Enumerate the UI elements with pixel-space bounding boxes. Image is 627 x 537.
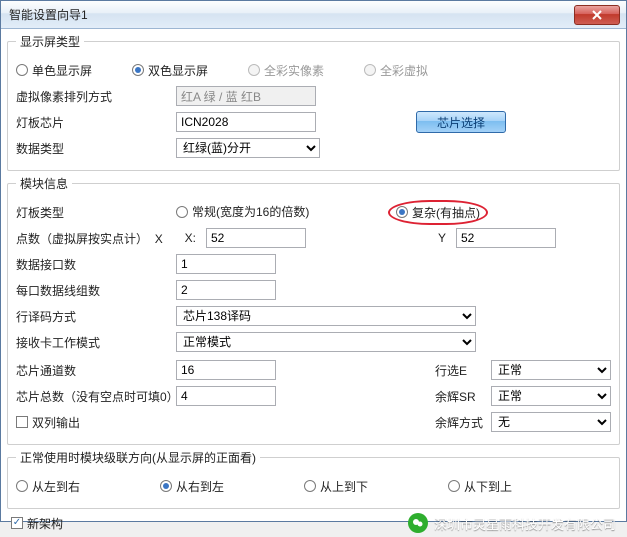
lines-input[interactable] [176,280,276,300]
decode-label: 行译码方式 [16,308,176,325]
y-label: Y [426,231,446,245]
radio-bt[interactable]: 从下到上 [448,478,512,495]
virtual-arrange-select [176,86,316,106]
radio-lr[interactable]: 从左到右 [16,478,80,495]
decode-select[interactable]: 芯片138译码 [176,306,476,326]
port-count-input[interactable] [176,254,276,274]
recv-mode-label: 接收卡工作模式 [16,334,176,351]
wechat-icon [408,513,428,533]
total-chips-input[interactable] [176,386,276,406]
chip-select-button[interactable]: 芯片选择 [416,111,506,133]
group-dir-legend: 正常使用时模块级联方向(从显示屏的正面看) [16,449,260,466]
radio-real: 全彩实像素 [248,62,324,79]
wechat-watermark: 深圳市灵星雨科技开发有限公司 [408,513,616,533]
new-arch-checkbox[interactable]: 新架构 [11,515,63,532]
data-type-label: 数据类型 [16,140,176,157]
points-label: 点数（虚拟屏按实点计） X [16,230,176,247]
points-y-input[interactable] [456,228,556,248]
afterglow-mode-select[interactable]: 无 [491,412,611,432]
close-icon [592,10,602,20]
afterglow-sr-label: 余辉SR [435,388,485,405]
group-cascade-direction: 正常使用时模块级联方向(从显示屏的正面看) 从左到右 从右到左 从上到下 从下到… [7,449,620,509]
group-module-legend: 模块信息 [16,175,72,192]
afterglow-mode-label: 余辉方式 [435,414,485,431]
group-display-type: 显示屏类型 单色显示屏 双色显示屏 全彩实像素 全彩虚拟 虚拟像素排列方式 灯板… [7,33,620,171]
points-x-input[interactable] [206,228,306,248]
afterglow-sr-select[interactable]: 正常 [491,386,611,406]
radio-mono[interactable]: 单色显示屏 [16,62,92,79]
window-title: 智能设置向导1 [9,6,88,23]
lines-label: 每口数据线组数 [16,282,176,299]
chip-input[interactable] [176,112,316,132]
radio-dual[interactable]: 双色显示屏 [132,62,208,79]
chip-label: 灯板芯片 [16,114,176,131]
channels-label: 芯片通道数 [16,362,176,379]
dual-output-checkbox[interactable]: 双列输出 [16,414,80,431]
channels-input[interactable] [176,360,276,380]
radio-board-normal[interactable]: 常规(宽度为16的倍数) [176,203,309,220]
port-count-label: 数据接口数 [16,256,176,273]
group-display-legend: 显示屏类型 [16,33,84,50]
titlebar: 智能设置向导1 [1,1,626,29]
row-e-select[interactable]: 正常 [491,360,611,380]
radio-rl[interactable]: 从右到左 [160,478,224,495]
x-label: X: [176,231,196,245]
data-type-select[interactable]: 红绿(蓝)分开 [176,138,320,158]
row-e-label: 行选E [435,362,485,379]
radio-virt: 全彩虚拟 [364,62,428,79]
radio-board-complex[interactable]: 复杂(有抽点) [396,204,480,221]
close-button[interactable] [574,5,620,25]
recv-mode-select[interactable]: 正常模式 [176,332,476,352]
radio-tb[interactable]: 从上到下 [304,478,368,495]
wechat-text: 深圳市灵星雨科技开发有限公司 [434,514,616,533]
virtual-arrange-label: 虚拟像素排列方式 [16,88,176,105]
group-module-info: 模块信息 灯板类型 常规(宽度为16的倍数) 复杂(有抽点) 点数（虚拟屏按实点… [7,175,620,445]
total-chips-label: 芯片总数（没有空点时可填0） [16,388,176,405]
board-type-label: 灯板类型 [16,204,176,221]
